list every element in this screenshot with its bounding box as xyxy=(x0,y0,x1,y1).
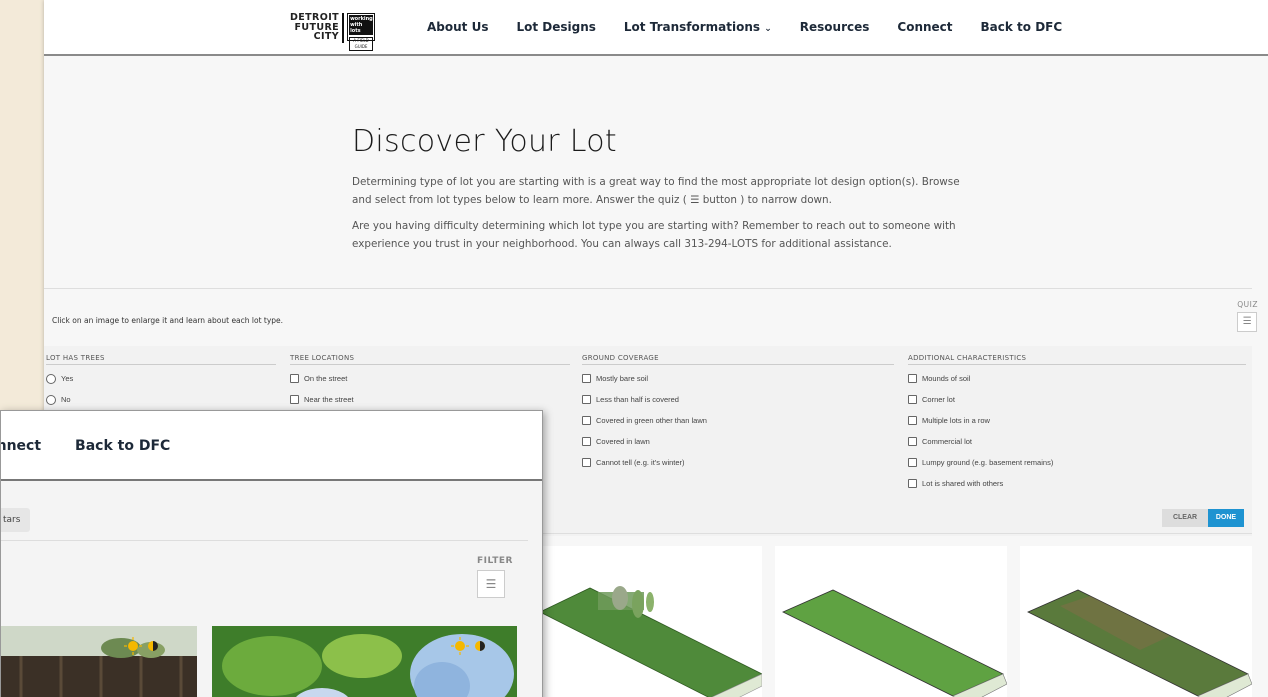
instructions-text: Click on an image to enlarge it and lear… xyxy=(52,316,284,325)
checkbox-lumpy-ground[interactable]: Lumpy ground (e.g. basement remains) xyxy=(908,452,1246,473)
checkbox-cannot-tell[interactable]: Cannot tell (e.g. it's winter) xyxy=(582,452,894,473)
lot-card-lawn[interactable] xyxy=(775,546,1008,697)
lot-card-trees[interactable] xyxy=(530,546,763,697)
sun-exposure-icon xyxy=(451,637,485,655)
fence-garden-image xyxy=(1,626,197,697)
nav-links: About Us Lot Designs Lot Transformations… xyxy=(427,20,1062,34)
divider xyxy=(1,540,528,541)
sliders-icon: ☰ xyxy=(485,577,497,591)
checkbox-commercial-lot[interactable]: Commercial lot xyxy=(908,431,1246,452)
hero-section: Discover Your Lot Determining type of lo… xyxy=(352,124,972,253)
checkbox-icon xyxy=(290,374,299,383)
nav-lot-designs[interactable]: Lot Designs xyxy=(516,20,595,34)
overlay-navigation: onnect Back to DFC xyxy=(1,411,542,481)
intro-paragraph: Determining type of lot you are starting… xyxy=(352,176,960,206)
lot-card-mixed[interactable] xyxy=(1020,546,1253,697)
page-title: Discover Your Lot xyxy=(352,124,617,159)
divider xyxy=(44,288,1252,289)
filter-button[interactable]: ☰ xyxy=(477,570,505,598)
checkbox-near-the-street[interactable]: Near the street xyxy=(290,389,570,410)
radio-icon xyxy=(46,373,56,384)
sliders-icon: ☰ xyxy=(1242,316,1252,327)
checkbox-icon xyxy=(908,458,917,467)
checkbox-less-than-half-covered[interactable]: Less than half is covered xyxy=(582,389,894,410)
help-paragraph: Are you having difficulty determining wh… xyxy=(352,220,956,250)
checkbox-icon xyxy=(908,416,917,425)
checkbox-mostly-bare-soil[interactable]: Mostly bare soil xyxy=(582,368,894,389)
filter-tree-locations: TREE LOCATIONS On the street Near the st… xyxy=(290,354,570,410)
filter-control: FILTER ☰ xyxy=(477,556,513,598)
filter-tag[interactable]: tars xyxy=(1,508,31,532)
top-navigation: DETROIT FUTURE CITY working with lots A F… xyxy=(44,0,1268,56)
checkbox-icon xyxy=(908,437,917,446)
lot-illustration xyxy=(539,586,763,697)
nav-back-to-dfc[interactable]: Back to DFC xyxy=(981,20,1063,34)
checkbox-corner-lot[interactable]: Corner lot xyxy=(908,389,1246,410)
nav-back-to-dfc[interactable]: Back to DFC xyxy=(75,438,170,454)
sun-exposure-icon xyxy=(124,637,158,655)
checkbox-icon xyxy=(582,395,591,404)
checkbox-icon xyxy=(908,374,917,383)
plant-photo-hydrangea[interactable] xyxy=(212,626,517,697)
nav-connect[interactable]: Connect xyxy=(897,20,952,34)
filter-ground-coverage: GROUND COVERAGE Mostly bare soil Less th… xyxy=(582,354,894,473)
nav-connect[interactable]: onnect xyxy=(1,438,41,454)
radio-no[interactable]: No xyxy=(46,389,276,410)
done-button[interactable]: DONE xyxy=(1208,509,1244,527)
chevron-down-icon: ⌄ xyxy=(764,24,772,34)
checkbox-icon xyxy=(290,395,299,404)
plant-photo-fence[interactable] xyxy=(1,626,197,697)
quiz-button[interactable]: ☰ xyxy=(1237,312,1258,332)
checkbox-icon xyxy=(908,395,917,404)
quiz-control: QUIZ ☰ xyxy=(1237,300,1258,332)
checkbox-covered-in-lawn[interactable]: Covered in lawn xyxy=(582,431,894,452)
clear-button[interactable]: CLEAR xyxy=(1162,509,1208,527)
nav-about-us[interactable]: About Us xyxy=(427,20,488,34)
overlay-screenshot: onnect Back to DFC tars FILTER ☰ xyxy=(0,410,543,697)
lot-illustration xyxy=(1027,589,1253,697)
radio-icon xyxy=(46,394,56,405)
checkbox-icon xyxy=(582,437,591,446)
checkbox-icon xyxy=(582,416,591,425)
lot-illustration xyxy=(782,589,1008,697)
checkbox-shared-lot[interactable]: Lot is shared with others xyxy=(908,473,1246,494)
checkbox-icon xyxy=(582,458,591,467)
nav-resources[interactable]: Resources xyxy=(800,20,870,34)
nav-lot-transformations[interactable]: Lot Transformations ⌄ xyxy=(624,20,772,34)
checkbox-on-the-street[interactable]: On the street xyxy=(290,368,570,389)
checkbox-covered-in-green[interactable]: Covered in green other than lawn xyxy=(582,410,894,431)
radio-yes[interactable]: Yes xyxy=(46,368,276,389)
checkbox-multiple-lots[interactable]: Multiple lots in a row xyxy=(908,410,1246,431)
filter-additional-characteristics: ADDITIONAL CHARACTERISTICS Mounds of soi… xyxy=(908,354,1246,494)
checkbox-icon xyxy=(908,479,917,488)
filter-lot-has-trees: LOT HAS TREES Yes No xyxy=(46,354,276,410)
checkbox-mounds-of-soil[interactable]: Mounds of soil xyxy=(908,368,1246,389)
checkbox-icon xyxy=(582,374,591,383)
detroit-future-city-logo[interactable]: DETROIT FUTURE CITY working with lots A F… xyxy=(290,13,376,51)
